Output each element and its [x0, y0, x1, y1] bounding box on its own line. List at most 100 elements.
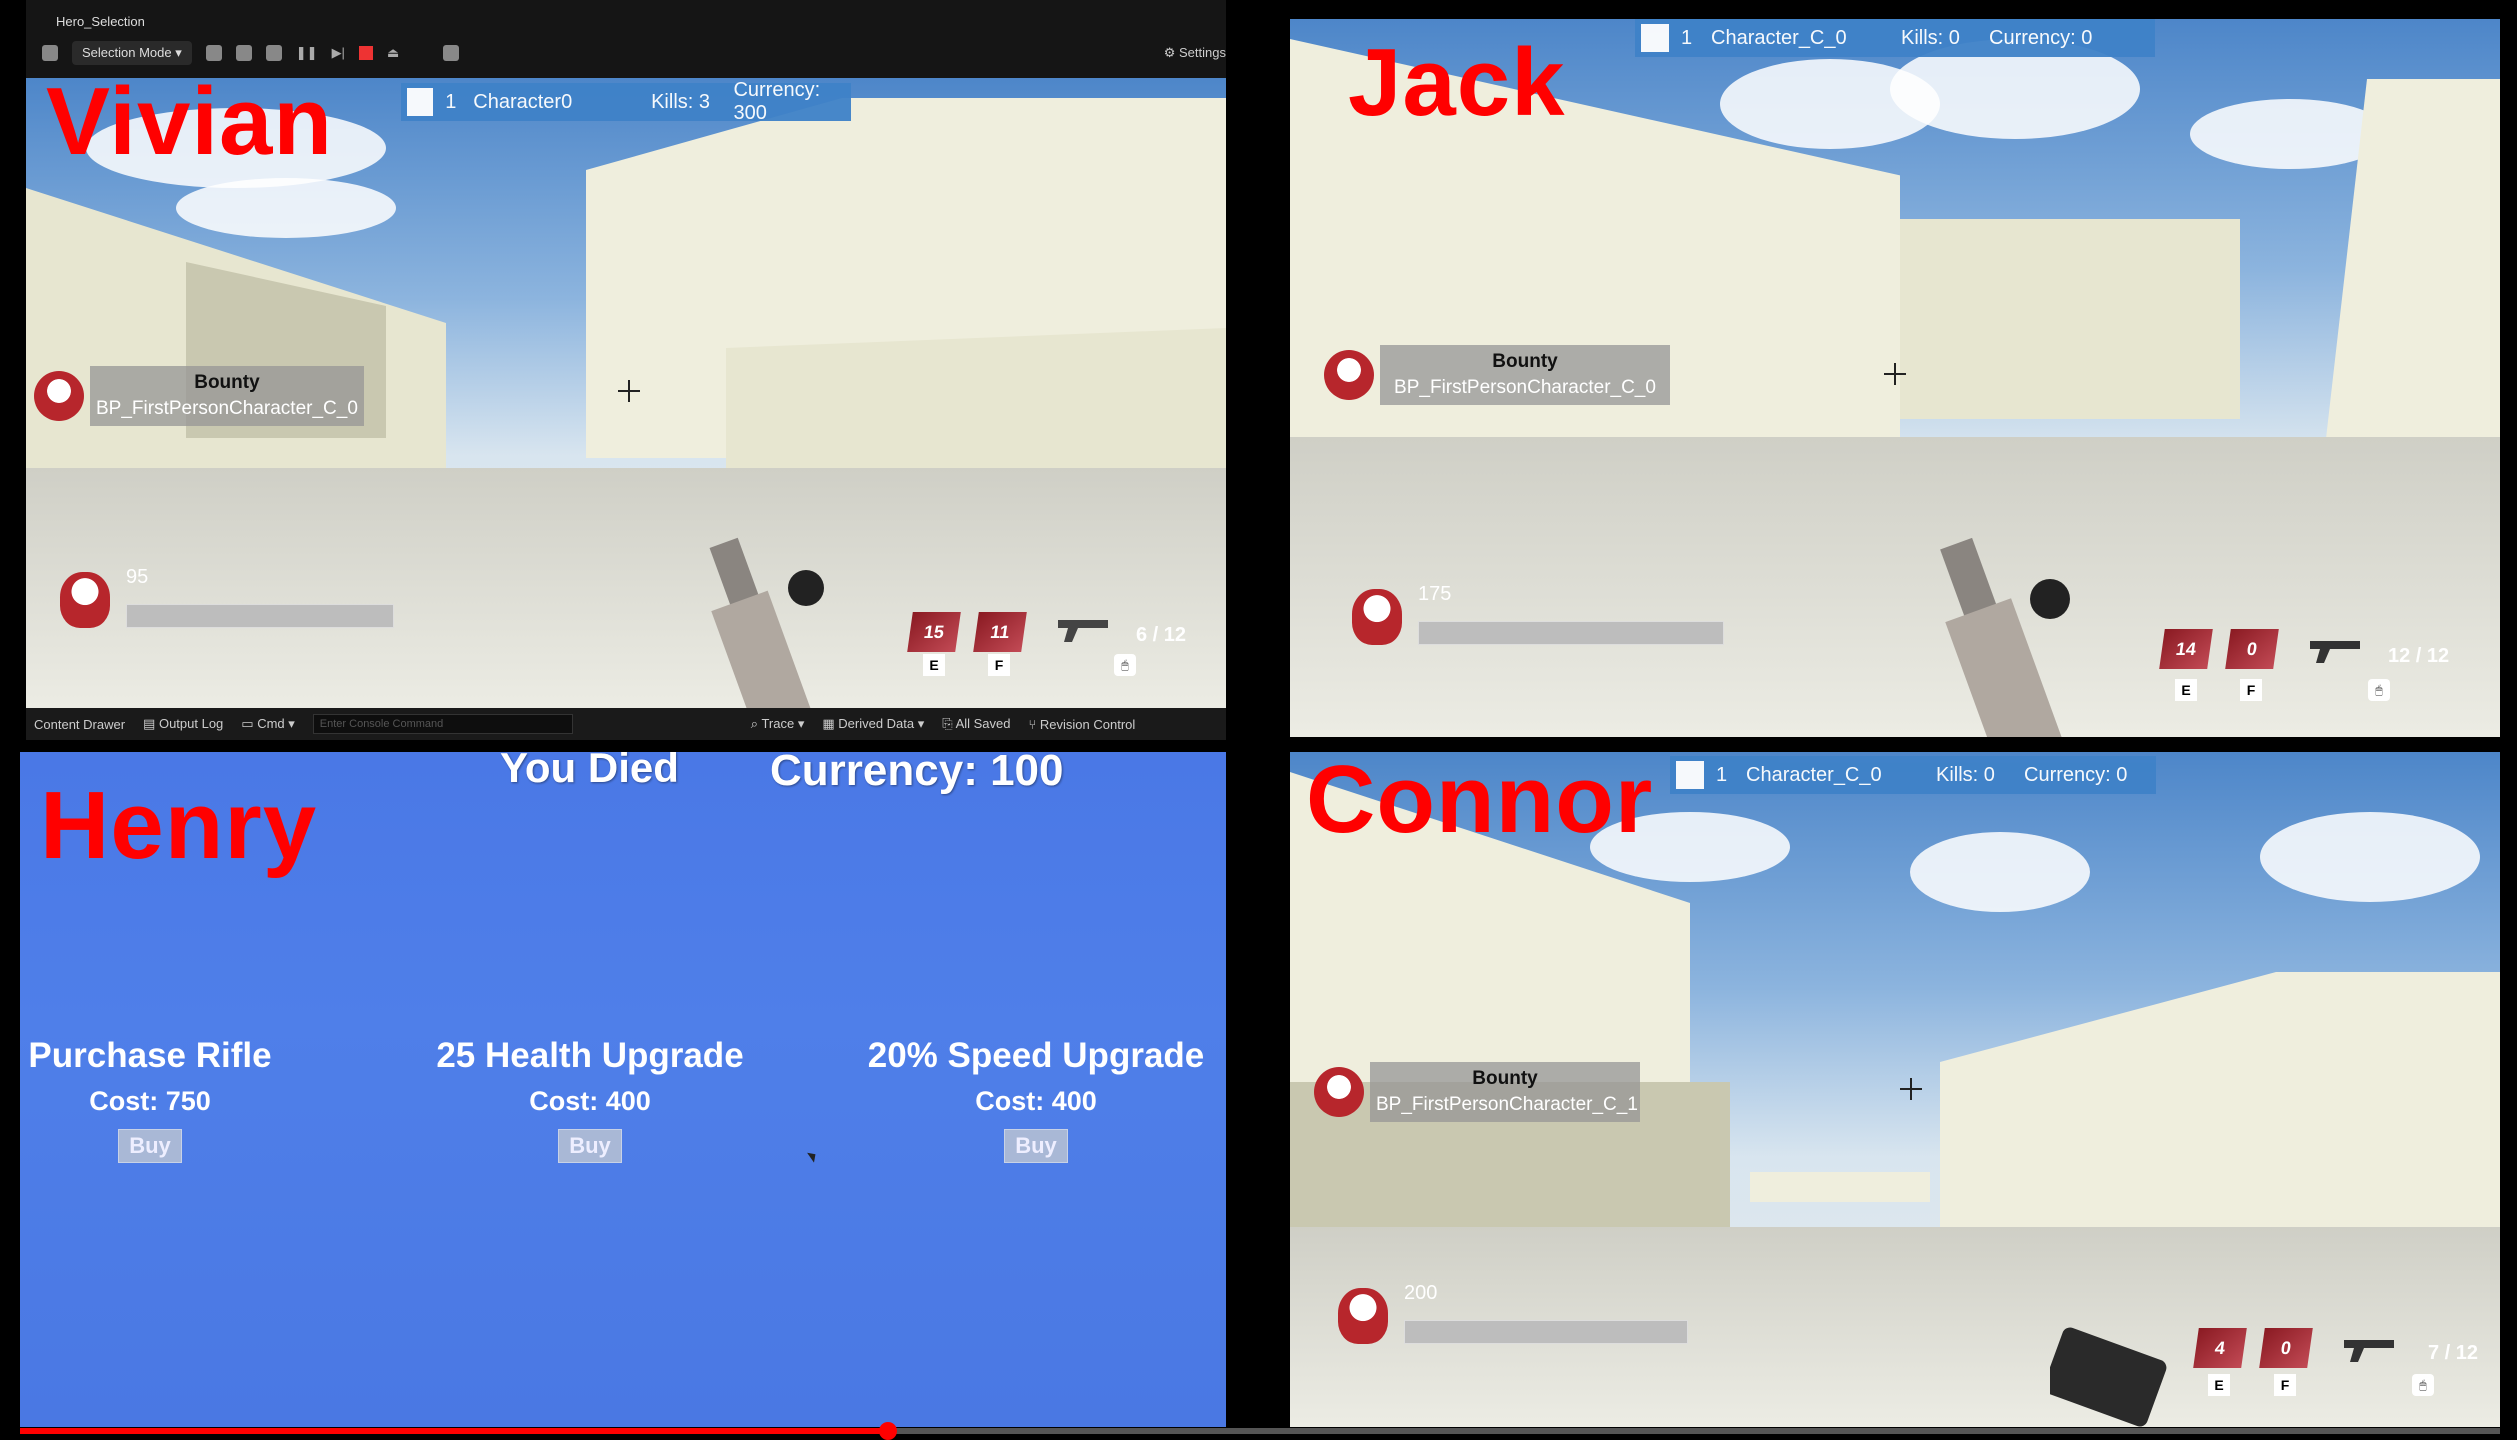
editor-toolbar: Hero_Selection Selection Mode ▾ ❚❚ ▶| ⏏ …	[26, 0, 1226, 78]
crosshair	[1884, 363, 1906, 385]
bounty-box: Bounty BP_FirstPersonCharacter_C_1	[1370, 1062, 1640, 1122]
pistol-icon	[2310, 641, 2360, 663]
scoreboard-rank: 1	[1681, 26, 1693, 49]
character-portrait-icon	[1338, 1288, 1388, 1344]
scoreboard-character: Character_C_0	[1711, 26, 1847, 49]
shop-item-health: 25 Health Upgrade Cost: 400 Buy	[400, 1036, 780, 1163]
crosshair	[1900, 1078, 1922, 1100]
bounty-target: BP_FirstPersonCharacter_C_0	[96, 398, 358, 419]
bounty-target: BP_FirstPersonCharacter_C_1	[1376, 1094, 1638, 1115]
scoreboard-currency: Currency: 0	[2024, 763, 2128, 786]
mouse-icon: 🖱	[2368, 679, 2390, 701]
buy-speed-button[interactable]: Buy	[1004, 1129, 1068, 1163]
character-portrait-icon	[1352, 589, 1402, 645]
player-name: Jack	[1348, 29, 1566, 136]
content-drawer-button[interactable]: Content Drawer	[34, 717, 125, 732]
mouse-icon: 🖱	[1114, 654, 1136, 676]
you-died-label: You Died	[500, 752, 679, 791]
stop-icon[interactable]	[358, 46, 373, 60]
key-f: F	[2274, 1374, 2296, 1396]
console-input[interactable]: Enter Console Command	[312, 714, 573, 734]
health-value: 200	[1404, 1282, 1438, 1304]
derived-data-button[interactable]: ▦ Derived Data ▾	[822, 716, 924, 732]
viewport-connor[interactable]: Connor 1 Character_C_0 Kills: 0 Currency…	[1290, 752, 2500, 1427]
scoreboard-kills: Kills: 0	[1936, 763, 1995, 786]
step-icon[interactable]: ▶|	[332, 45, 345, 61]
player-color-swatch	[407, 88, 434, 116]
key-f: F	[2240, 679, 2262, 701]
viewport-henry-shop[interactable]: Henry You Died Currency: 100 Purchase Ri…	[20, 752, 1226, 1427]
player-color-swatch	[1641, 24, 1669, 52]
mouse-icon: 🖱	[2412, 1374, 2434, 1396]
scoreboard: 1 Character_C_0 Kills: 0 Currency: 0	[1635, 19, 2155, 57]
bounty-avatar-icon	[1324, 350, 1374, 400]
bounty-panel: Bounty BP_FirstPersonCharacter_C_0	[1324, 345, 1670, 405]
selection-mode-button[interactable]: Selection Mode ▾	[72, 41, 192, 65]
currency-label: Currency: 100	[770, 752, 1064, 795]
bounty-panel: Bounty BP_FirstPersonCharacter_C_0	[34, 366, 364, 426]
shop-item-cost: Cost: 400	[529, 1086, 651, 1116]
key-f: F	[988, 654, 1010, 676]
output-log-button[interactable]: ▤ Output Log	[143, 716, 223, 732]
shotgun	[1940, 537, 2070, 737]
video-scrubber-handle[interactable]	[879, 1422, 897, 1440]
bounty-title: Bounty	[1492, 351, 1558, 372]
bounty-title: Bounty	[1472, 1068, 1538, 1089]
key-e: E	[2208, 1374, 2230, 1396]
ammo-count: 6 / 12	[1136, 624, 1187, 646]
cinematics-icon[interactable]	[265, 45, 282, 61]
eject-icon[interactable]: ⏏	[387, 45, 399, 61]
blueprint-icon[interactable]	[235, 45, 252, 61]
shop-item-name: Purchase Rifle	[28, 1036, 272, 1075]
bounty-box: Bounty BP_FirstPersonCharacter_C_0	[1380, 345, 1670, 405]
scoreboard-character: Character_C_0	[1746, 763, 1882, 786]
viewport-jack[interactable]: Jack 1 Character_C_0 Kills: 0 Currency: …	[1290, 19, 2500, 737]
pause-icon[interactable]: ❚❚	[296, 45, 318, 61]
viewport-vivian[interactable]: Vivian 1 Character0 Kills: 3 Currency: 3…	[26, 78, 1226, 708]
scoreboard-rank: 1	[1716, 763, 1728, 786]
cmd-dropdown[interactable]: ▭ Cmd ▾	[241, 716, 295, 732]
health-value: 175	[1418, 583, 1452, 605]
shop-item-speed: 20% Speed Upgrade Cost: 400 Buy	[846, 1036, 1226, 1163]
health-panel: 200	[1338, 1282, 1688, 1344]
bounty-title: Bounty	[194, 372, 260, 393]
ability-e-icon: 14	[2159, 629, 2213, 669]
crosshair	[618, 380, 640, 402]
key-e: E	[2175, 679, 2197, 701]
scoreboard-currency: Currency: 0	[1989, 26, 2093, 49]
pistol-icon	[2344, 1340, 2394, 1362]
shop-item-rifle: Purchase Rifle Cost: 750 Buy	[20, 1036, 280, 1163]
scoreboard-kills: Kills: 3	[651, 90, 710, 113]
health-bar	[126, 604, 394, 628]
bounty-panel: Bounty BP_FirstPersonCharacter_C_1	[1314, 1062, 1640, 1122]
health-panel: 175	[1352, 583, 1724, 645]
video-progress-fill	[20, 1428, 888, 1434]
shop-item-name: 20% Speed Upgrade	[867, 1036, 1205, 1075]
scoreboard-rank: 1	[445, 90, 457, 113]
scoreboard-character: Character0	[473, 90, 573, 113]
scoreboard: 1 Character_C_0 Kills: 0 Currency: 0	[1670, 756, 2156, 794]
shop-item-cost: Cost: 750	[89, 1086, 211, 1116]
trace-dropdown[interactable]: ⌕ Trace ▾	[751, 716, 805, 732]
shotgun	[709, 537, 824, 708]
ability-e-icon: 4	[2193, 1328, 2247, 1368]
character-portrait-icon	[60, 572, 110, 628]
bounty-target: BP_FirstPersonCharacter_C_0	[1394, 377, 1656, 398]
buy-health-button[interactable]: Buy	[558, 1129, 622, 1163]
player-name: Connor	[1306, 752, 1654, 853]
health-bar	[1404, 1320, 1688, 1344]
shop-item-name: 25 Health Upgrade	[436, 1036, 744, 1075]
save-icon[interactable]	[42, 45, 58, 61]
video-progress-bar[interactable]	[20, 1422, 2500, 1440]
level-tab[interactable]: Hero_Selection	[56, 14, 145, 29]
all-saved-button[interactable]: ⎘ All Saved	[942, 716, 1010, 732]
pistol-icon	[1058, 620, 1108, 642]
platforms-icon[interactable]	[443, 45, 460, 61]
ammo-count: 12 / 12	[2388, 645, 2450, 667]
settings-button[interactable]: ⚙ Settings	[1164, 45, 1226, 61]
ammo-count: 7 / 12	[2428, 1342, 2479, 1364]
revision-control-button[interactable]: ⑂ Revision Control	[1028, 717, 1135, 732]
buy-rifle-button[interactable]: Buy	[118, 1129, 182, 1163]
pistol-view	[2050, 1327, 2167, 1427]
add-actor-icon[interactable]	[205, 45, 222, 61]
